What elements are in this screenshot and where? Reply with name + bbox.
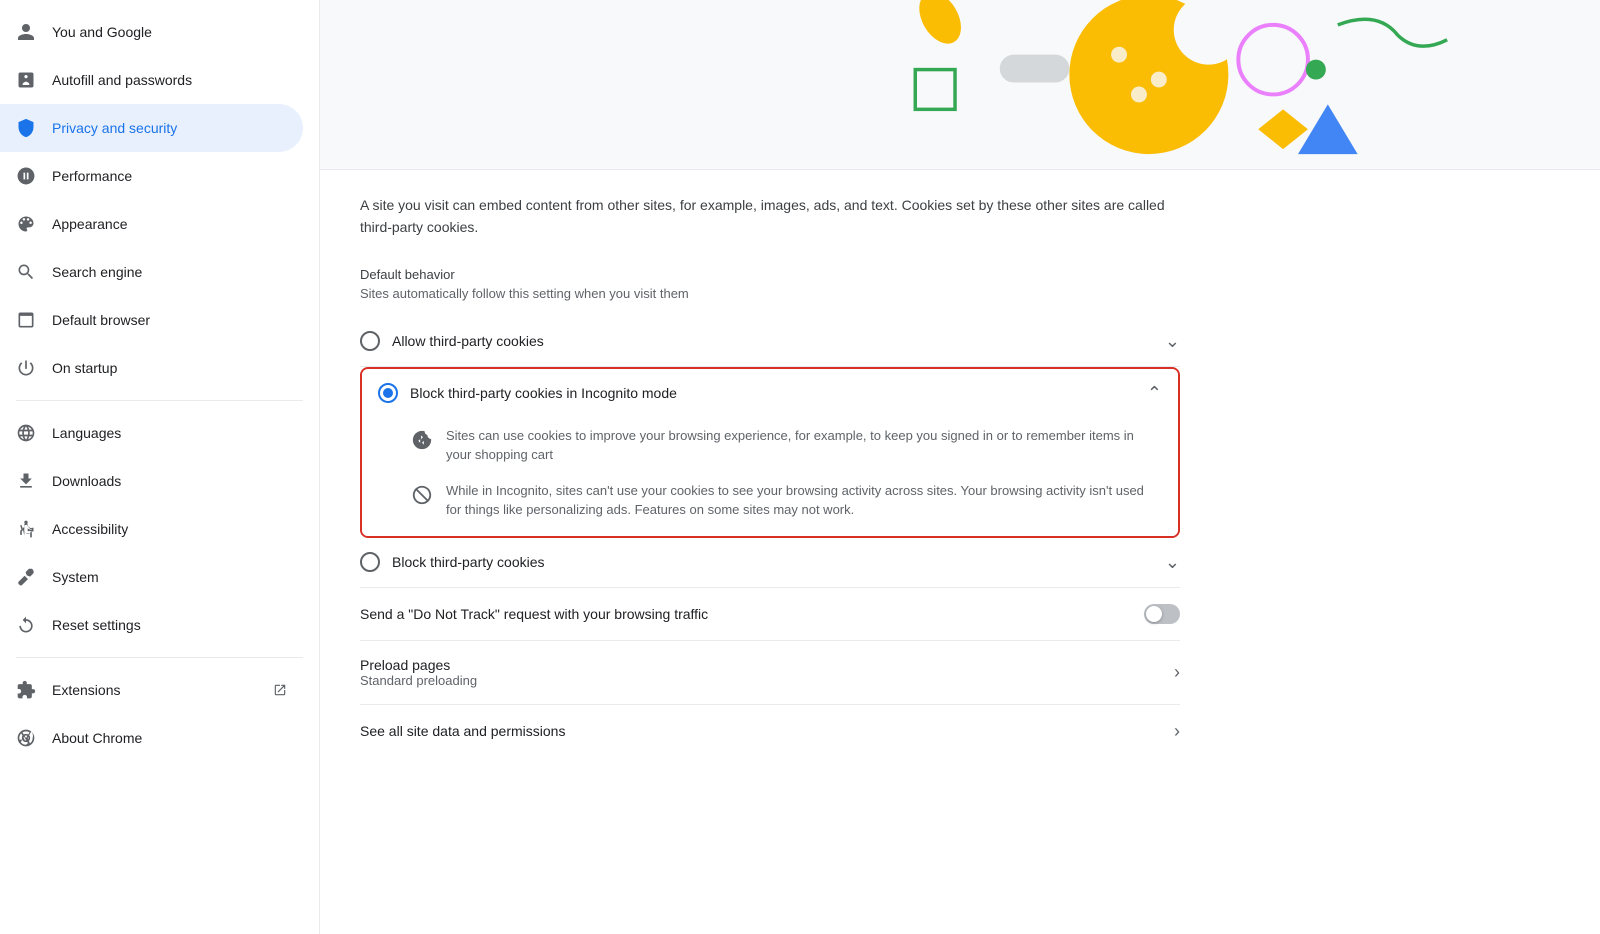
sidebar-item-autofill[interactable]: Autofill and passwords: [0, 56, 303, 104]
sidebar-item-privacy[interactable]: Privacy and security: [0, 104, 303, 152]
section-default-behavior-title: Default behavior: [360, 267, 1180, 282]
sidebar-item-system[interactable]: System: [0, 553, 303, 601]
sidebar-label-downloads: Downloads: [52, 473, 121, 489]
sidebar-item-performance[interactable]: Performance: [0, 152, 303, 200]
option-block-incognito-block: Block third-party cookies in Incognito m…: [360, 367, 1180, 538]
sidebar-item-search-engine[interactable]: Search engine: [0, 248, 303, 296]
shield-icon: [16, 118, 36, 138]
sidebar-label-default-browser: Default browser: [52, 312, 150, 328]
sidebar-label-about-chrome: About Chrome: [52, 730, 142, 746]
option-block-incognito-header[interactable]: Block third-party cookies in Incognito m…: [362, 369, 1178, 418]
person-icon: [16, 22, 36, 42]
block-icon: [410, 483, 434, 507]
option-do-not-track[interactable]: Send a "Do Not Track" request with your …: [360, 588, 1180, 641]
radio-allow: [360, 331, 380, 351]
sidebar-label-accessibility: Accessibility: [52, 521, 128, 537]
sidebar-divider-1: [16, 400, 303, 401]
chevron-right-site-data: ›: [1174, 721, 1180, 742]
chevron-right-preload: ›: [1174, 662, 1180, 683]
option-preload-pages[interactable]: Preload pages Standard preloading ›: [360, 641, 1180, 705]
option-block-incognito-label: Block third-party cookies in Incognito m…: [410, 385, 1135, 401]
sidebar-item-accessibility[interactable]: Accessibility: [0, 505, 303, 553]
sidebar-label-you-and-google: You and Google: [52, 24, 152, 40]
block-detail-incognito-text: While in Incognito, sites can't use your…: [446, 481, 1162, 520]
do-not-track-toggle[interactable]: [1144, 604, 1180, 624]
chrome-icon: [16, 728, 36, 748]
sidebar-label-autofill: Autofill and passwords: [52, 72, 192, 88]
option-block-incognito-content: Sites can use cookies to improve your br…: [362, 418, 1178, 536]
search-icon: [16, 262, 36, 282]
sidebar-item-you-and-google[interactable]: You and Google: [0, 8, 303, 56]
sidebar-label-languages: Languages: [52, 425, 121, 441]
cookie-icon: [410, 428, 434, 452]
option-allow-cookies[interactable]: Allow third-party cookies ⌄: [360, 317, 1180, 367]
content-area: A site you visit can embed content from …: [320, 170, 1220, 782]
sidebar-label-performance: Performance: [52, 168, 132, 184]
reset-icon: [16, 615, 36, 635]
sidebar-label-reset-settings: Reset settings: [52, 617, 141, 633]
chevron-down-icon-allow: ⌄: [1165, 331, 1180, 352]
sidebar-label-on-startup: On startup: [52, 360, 117, 376]
sidebar-label-extensions: Extensions: [52, 682, 120, 698]
option-site-data[interactable]: See all site data and permissions ›: [360, 705, 1180, 758]
sidebar-label-search-engine: Search engine: [52, 264, 142, 280]
assignment-icon: [16, 70, 36, 90]
sidebar-label-appearance: Appearance: [52, 216, 128, 232]
preload-label-group: Preload pages Standard preloading: [360, 657, 1162, 688]
palette-icon: [16, 214, 36, 234]
preload-sublabel: Standard preloading: [360, 673, 1162, 688]
option-allow-label: Allow third-party cookies: [392, 333, 1153, 349]
download-icon: [16, 471, 36, 491]
sidebar-item-extensions[interactable]: Extensions: [0, 666, 303, 714]
accessibility-icon: [16, 519, 36, 539]
globe-icon: [16, 423, 36, 443]
other-options-list: Send a "Do Not Track" request with your …: [360, 588, 1180, 758]
power-icon: [16, 358, 36, 378]
block-detail-cookies-text: Sites can use cookies to improve your br…: [446, 426, 1162, 465]
extensions-icon: [16, 680, 36, 700]
chevron-up-icon-incognito: ⌃: [1147, 383, 1162, 404]
sidebar-label-system: System: [52, 569, 99, 585]
illustration-area: [320, 0, 1600, 170]
block-detail-cookies: Sites can use cookies to improve your br…: [410, 426, 1162, 465]
sidebar: You and Google Autofill and passwords Pr…: [0, 0, 320, 934]
sidebar-item-downloads[interactable]: Downloads: [0, 457, 303, 505]
speed-icon: [16, 166, 36, 186]
preload-label: Preload pages: [360, 657, 1162, 673]
main-content: A site you visit can embed content from …: [320, 0, 1600, 934]
wrench-icon: [16, 567, 36, 587]
external-link-icon: [273, 683, 287, 697]
option-block-all-cookies[interactable]: Block third-party cookies ⌄: [360, 538, 1180, 588]
block-detail-incognito: While in Incognito, sites can't use your…: [410, 481, 1162, 520]
sidebar-item-about-chrome[interactable]: About Chrome: [0, 714, 303, 762]
sidebar-item-languages[interactable]: Languages: [0, 409, 303, 457]
do-not-track-label: Send a "Do Not Track" request with your …: [360, 606, 1132, 622]
option-block-all-label: Block third-party cookies: [392, 554, 1153, 570]
sidebar-item-default-browser[interactable]: Default browser: [0, 296, 303, 344]
sidebar-item-appearance[interactable]: Appearance: [0, 200, 303, 248]
radio-block-all: [360, 552, 380, 572]
site-data-label: See all site data and permissions: [360, 723, 1162, 739]
sidebar-item-on-startup[interactable]: On startup: [0, 344, 303, 392]
browser-icon: [16, 310, 36, 330]
radio-block-incognito: [378, 383, 398, 403]
sidebar-item-reset-settings[interactable]: Reset settings: [0, 601, 303, 649]
section-default-behavior-subtitle: Sites automatically follow this setting …: [360, 286, 1180, 301]
chevron-down-icon-block-all: ⌄: [1165, 552, 1180, 573]
sidebar-divider-2: [16, 657, 303, 658]
main-description: A site you visit can embed content from …: [360, 194, 1180, 239]
sidebar-label-privacy: Privacy and security: [52, 120, 177, 136]
